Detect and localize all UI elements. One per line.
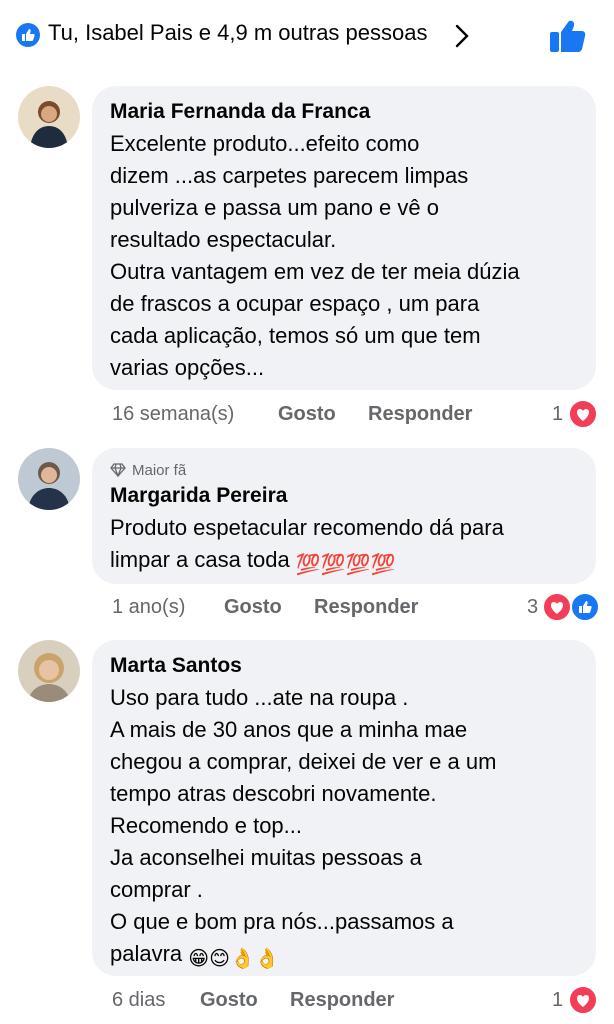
reply-button[interactable]: Responder (368, 403, 472, 426)
like-icon (16, 23, 40, 47)
comment-time[interactable]: 6 dias (112, 989, 165, 1012)
reactions-text[interactable]: Tu, Isabel Pais e 4,9 m outras pessoas (48, 20, 428, 46)
like-button[interactable]: Gosto (278, 403, 336, 426)
comment-time[interactable]: 16 semana(s) (112, 403, 234, 426)
reply-button[interactable]: Responder (314, 596, 418, 619)
diamond-icon (110, 463, 126, 478)
reaction-count[interactable]: 1 (552, 403, 563, 426)
emoji-sequence: 😁😊👌👌 (188, 948, 280, 970)
chevron-right-icon[interactable] (452, 22, 472, 50)
comment-author[interactable]: Maria Fernanda da Franca (110, 100, 370, 124)
comment-text: Uso para tudo ...ate na roupa . A mais d… (110, 682, 496, 970)
reaction-count[interactable]: 1 (552, 989, 563, 1012)
comment-author[interactable]: Margarida Pereira (110, 484, 287, 508)
avatar[interactable] (18, 448, 80, 510)
comment-bubble: Maior fã Margarida Pereira Produto espet… (92, 448, 596, 584)
comment-text: Excelente produto...efeito como dizem ..… (110, 131, 520, 380)
comment-text: Produto espetacular recomendo dá para li… (110, 512, 504, 576)
reply-button[interactable]: Responder (290, 989, 394, 1012)
comment-author[interactable]: Marta Santos (110, 654, 242, 678)
comment-actions: 16 semana(s) Gosto Responder 1 (0, 397, 614, 433)
heart-icon[interactable] (568, 399, 598, 429)
heart-icon[interactable] (542, 592, 572, 622)
avatar[interactable] (18, 86, 80, 148)
comment-bubble: Maria Fernanda da Franca Excelente produ… (92, 86, 596, 390)
like-button[interactable]: Gosto (200, 989, 258, 1012)
like-reaction-icon[interactable] (570, 592, 600, 622)
like-button[interactable]: Gosto (224, 596, 282, 619)
comment-actions: 6 dias Gosto Responder 1 (0, 983, 614, 1019)
comment-time[interactable]: 1 ano(s) (112, 596, 185, 619)
top-fan-badge: Maior fã (110, 462, 186, 479)
avatar[interactable] (18, 640, 80, 702)
comment-actions: 1 ano(s) Gosto Responder 3 (0, 590, 614, 626)
thumbs-up-icon[interactable] (548, 18, 586, 54)
comment-bubble: Marta Santos Uso para tudo ...ate na rou… (92, 640, 596, 976)
reaction-count[interactable]: 3 (527, 596, 538, 619)
reactions-summary[interactable]: Tu, Isabel Pais e 4,9 m outras pessoas (0, 0, 614, 72)
hundred-points-emoji: 💯💯💯💯 (295, 554, 396, 576)
heart-icon[interactable] (568, 985, 598, 1015)
